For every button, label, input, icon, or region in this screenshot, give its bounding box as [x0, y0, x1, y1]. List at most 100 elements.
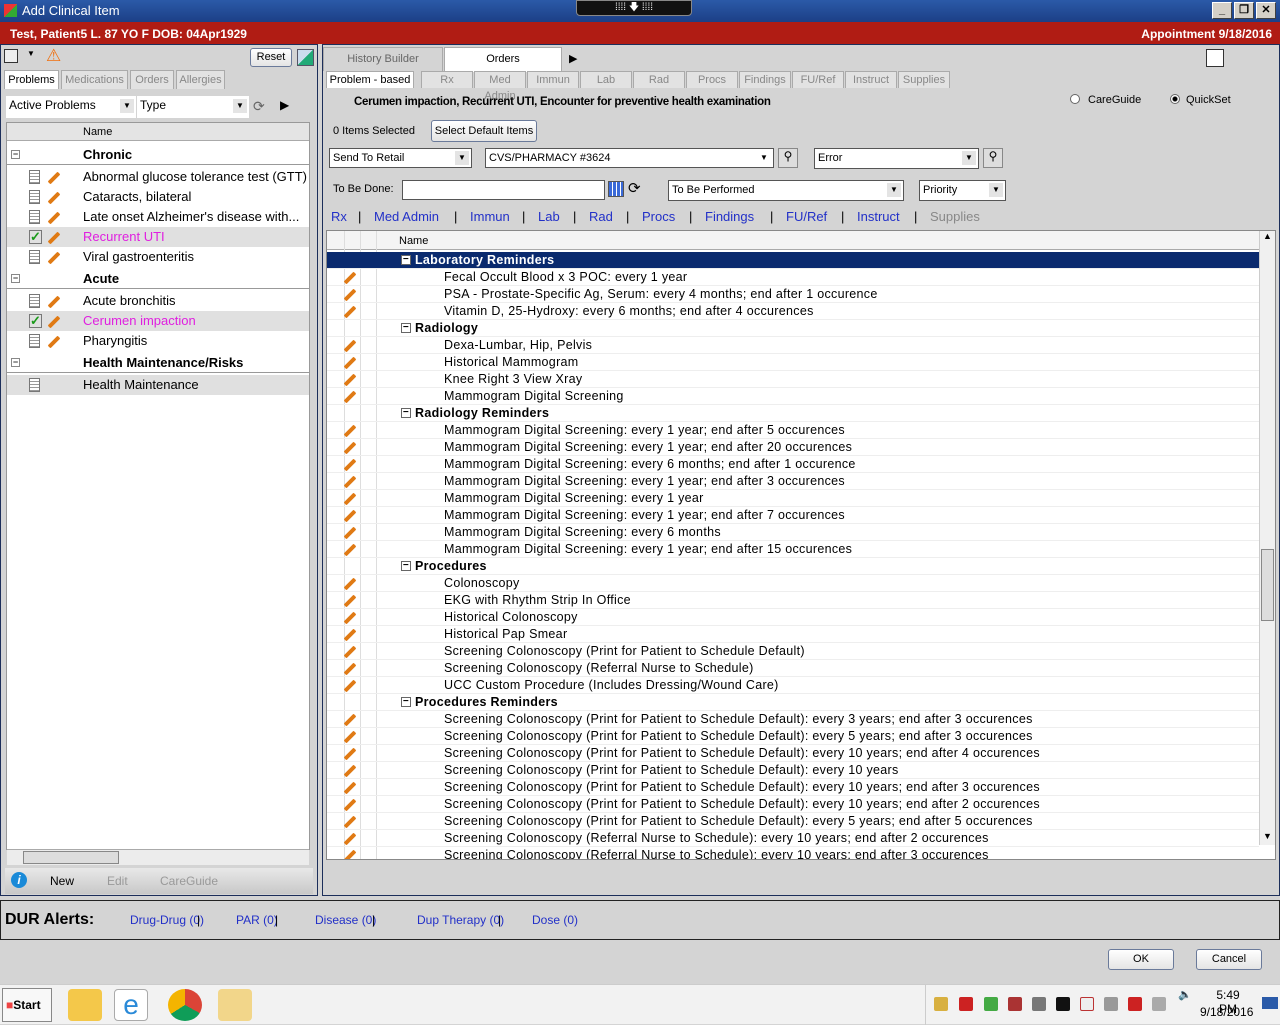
show-desktop-button[interactable] [1262, 997, 1278, 1009]
order-item[interactable]: PSA - Prostate-Specific Ag, Serum: every… [327, 286, 1259, 303]
subtab-lab[interactable]: Lab [580, 71, 632, 88]
wireless-icon[interactable] [1056, 997, 1070, 1011]
calendar-icon[interactable] [608, 181, 624, 197]
tab-orders[interactable]: Orders [130, 70, 174, 89]
link-lab[interactable]: Lab [538, 209, 560, 224]
checkmark-icon[interactable]: ✓ [29, 230, 42, 244]
problem-group[interactable]: − Acute [7, 269, 309, 289]
link-supplies[interactable]: Supplies [930, 209, 980, 224]
pencil-icon[interactable] [47, 231, 61, 245]
scroll-thumb[interactable] [1261, 549, 1274, 621]
chevron-down-icon[interactable]: ▼ [27, 49, 35, 58]
pencil-icon[interactable] [343, 475, 357, 489]
dur-disease-link[interactable]: Disease (0) [315, 913, 376, 927]
usb-icon[interactable] [984, 997, 998, 1011]
order-item[interactable]: Screening Colonoscopy (Print for Patient… [327, 728, 1259, 745]
pencil-icon[interactable] [343, 628, 357, 642]
problem-item[interactable]: ✓ Recurrent UTI [7, 227, 309, 247]
link-procs[interactable]: Procs [642, 209, 675, 224]
pencil-icon[interactable] [343, 424, 357, 438]
order-item[interactable]: EKG with Rhythm Strip In Office [327, 592, 1259, 609]
order-item[interactable]: Mammogram Digital Screening: every 1 yea… [327, 422, 1259, 439]
tab-allergies[interactable]: Allergies [176, 70, 225, 89]
internet-explorer-icon[interactable]: e [114, 989, 148, 1021]
chrome-icon[interactable] [168, 989, 202, 1021]
pencil-icon[interactable] [47, 171, 61, 185]
link-rx[interactable]: Rx [331, 209, 347, 224]
order-item[interactable]: Mammogram Digital Screening: every 1 yea… [327, 507, 1259, 524]
pencil-icon[interactable] [343, 679, 357, 693]
mcafee-icon[interactable] [1008, 997, 1022, 1011]
pencil-icon[interactable] [47, 211, 61, 225]
pencil-icon[interactable] [343, 526, 357, 540]
pencil-icon[interactable] [343, 662, 357, 676]
order-group[interactable]: − Radiology [327, 320, 1259, 337]
collapse-icon[interactable]: − [11, 150, 20, 159]
careguide-radio[interactable] [1070, 94, 1080, 104]
select-default-items-button[interactable]: Select Default Items [431, 120, 537, 142]
pencil-icon[interactable] [343, 764, 357, 778]
clock-date[interactable]: 9/18/2016 [1200, 1005, 1253, 1019]
export-icon[interactable] [297, 49, 314, 66]
order-item[interactable]: Fecal Occult Blood x 3 POC: every 1 year [327, 269, 1259, 286]
pencil-icon[interactable] [343, 611, 357, 625]
collapse-icon[interactable]: − [11, 274, 20, 283]
to-be-performed-select[interactable]: To Be Performed ▼ [668, 180, 904, 201]
pencil-icon[interactable] [343, 373, 357, 387]
subtab-problem-based[interactable]: Problem - based [326, 71, 414, 88]
order-group[interactable]: − Procedures Reminders [327, 694, 1259, 711]
order-item[interactable]: Mammogram Digital Screening: every 1 yea… [327, 541, 1259, 558]
pencil-icon[interactable] [47, 335, 61, 349]
pencil-icon[interactable] [343, 815, 357, 829]
order-item[interactable]: Screening Colonoscopy (Print for Patient… [327, 779, 1259, 796]
pencil-icon[interactable] [343, 458, 357, 472]
subtab-supplies[interactable]: Supplies [898, 71, 950, 88]
subtab-instruct[interactable]: Instruct [845, 71, 897, 88]
collapse-icon[interactable]: − [401, 561, 411, 571]
pencil-icon[interactable] [343, 577, 357, 591]
cursor-icon[interactable] [1080, 997, 1094, 1011]
pencil-icon[interactable] [343, 645, 357, 659]
start-button[interactable]: ■Start [2, 988, 52, 1022]
pencil-icon[interactable] [343, 339, 357, 353]
problem-item[interactable]: Late onset Alzheimer's disease with... [7, 207, 309, 227]
problem-item[interactable]: Abnormal glucose tolerance test (GTT) [7, 167, 309, 187]
file-explorer-icon[interactable] [218, 989, 252, 1021]
order-group[interactable]: − Laboratory Reminders [327, 252, 1259, 269]
order-item[interactable]: Screening Colonoscopy (Referral Nurse to… [327, 660, 1259, 677]
edit-button[interactable]: Edit [107, 874, 128, 888]
dur-par-link[interactable]: PAR (0) [236, 913, 278, 927]
pencil-icon[interactable] [47, 295, 61, 309]
order-item[interactable]: Knee Right 3 View Xray [327, 371, 1259, 388]
pencil-icon[interactable] [343, 798, 357, 812]
order-item[interactable]: Historical Mammogram [327, 354, 1259, 371]
tab-history-builder[interactable]: History Builder [323, 47, 443, 71]
order-item[interactable]: UCC Custom Procedure (Includes Dressing/… [327, 677, 1259, 694]
to-be-done-input[interactable] [402, 180, 605, 200]
checkmark-icon[interactable]: ✓ [29, 314, 42, 328]
link-fu-ref[interactable]: FU/Ref [786, 209, 827, 224]
horizontal-scrollbar[interactable] [7, 849, 309, 865]
problem-item[interactable]: ✓ Cerumen impaction [7, 311, 309, 331]
careguide-button[interactable]: CareGuide [160, 874, 218, 888]
layout-icon[interactable] [4, 49, 18, 63]
type-select[interactable]: Type ▼ [137, 96, 249, 118]
pencil-icon[interactable] [47, 315, 61, 329]
collapse-icon[interactable]: − [11, 358, 20, 367]
error-search-icon[interactable]: ⚲ [983, 148, 1003, 168]
order-item[interactable]: Historical Pap Smear [327, 626, 1259, 643]
subtab-fu-ref[interactable]: FU/Ref [792, 71, 844, 88]
outlook-icon[interactable] [68, 989, 102, 1021]
close-button[interactable]: ✕ [1256, 2, 1276, 19]
pencil-icon[interactable] [343, 288, 357, 302]
dur-drug-drug-link[interactable]: Drug-Drug (0) [130, 913, 204, 927]
order-item[interactable]: Mammogram Digital Screening: every 6 mon… [327, 456, 1259, 473]
pencil-icon[interactable] [343, 747, 357, 761]
pencil-icon[interactable] [343, 356, 357, 370]
order-item[interactable]: Colonoscopy [327, 575, 1259, 592]
subtab-rx[interactable]: Rx [421, 71, 473, 88]
pencil-icon[interactable] [343, 594, 357, 608]
pencil-icon[interactable] [343, 441, 357, 455]
pencil-icon[interactable] [343, 305, 357, 319]
collapse-icon[interactable]: − [401, 255, 411, 265]
